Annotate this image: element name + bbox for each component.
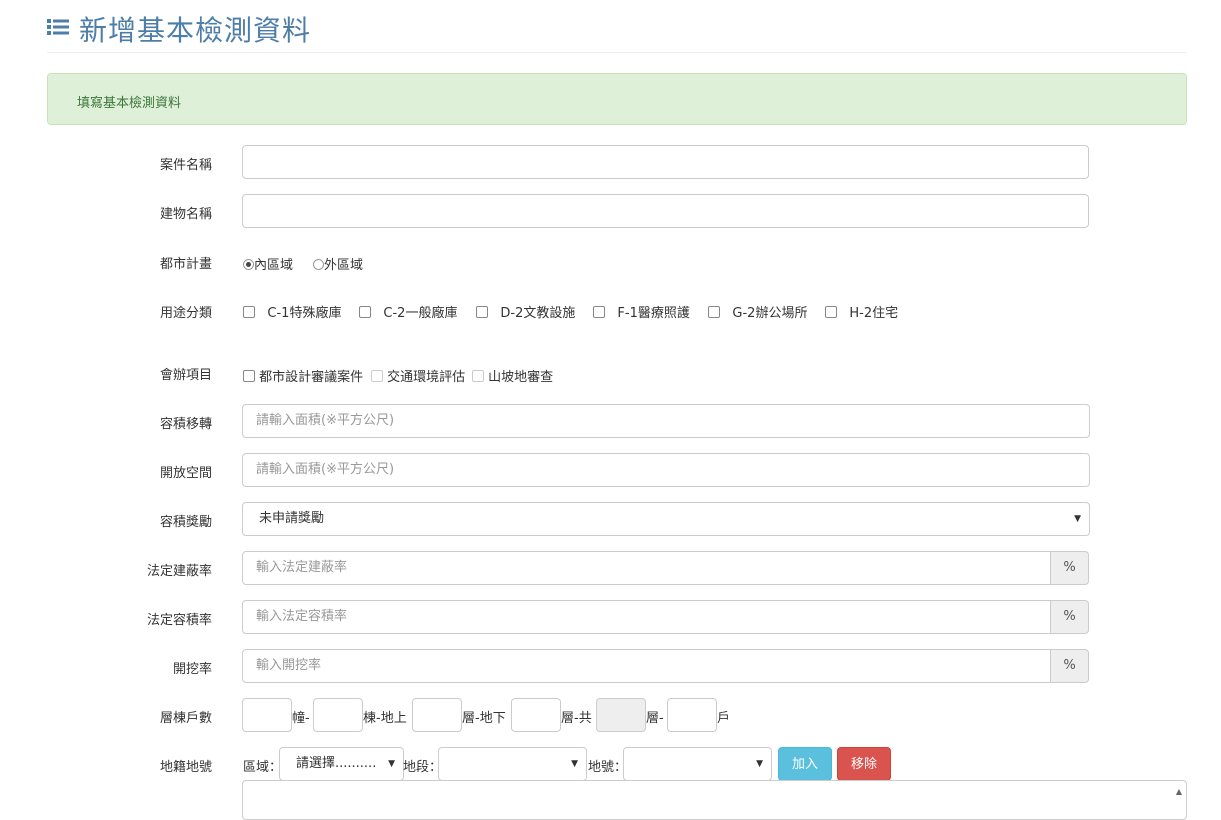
review-urban-design-checkbox[interactable]: 都市設計審議案件	[243, 366, 363, 385]
sep-units: 戶	[717, 711, 731, 726]
open-space-label: 開放空間	[159, 466, 212, 481]
checkbox-icon	[371, 370, 383, 382]
far-transfer-label: 容積移轉	[159, 417, 212, 432]
far-bonus-select[interactable]: 未申請獎勵 ▼	[242, 502, 1090, 536]
add-button[interactable]: 加入	[778, 747, 832, 781]
district-label: 區域：	[243, 760, 283, 775]
use-h2-checkbox[interactable]: H-2住宅	[825, 302, 898, 321]
legal-coverage-label: 法定建蔽率	[146, 564, 212, 579]
number-label: 地號：	[588, 760, 628, 775]
caret-down-icon: ▼	[571, 759, 578, 769]
far-bonus-label: 容積獎勵	[159, 515, 212, 530]
land-list-textarea[interactable]: ▲	[242, 780, 1187, 820]
district-selected: 請選擇..........	[296, 756, 377, 771]
use-g2-checkbox[interactable]: G-2辦公場所	[708, 302, 807, 321]
far-transfer-input[interactable]: 請輸入面積(※平方公尺)	[242, 404, 1090, 438]
scroll-up-icon[interactable]: ▲	[1176, 787, 1182, 796]
use-d2-checkbox[interactable]: D-2文教設施	[476, 302, 575, 321]
district-select[interactable]: 請選擇.......... ▼	[279, 747, 404, 781]
sep-floor: 層-	[646, 711, 664, 726]
far-bonus-selected: 未申請獎勵	[259, 511, 325, 526]
units-input[interactable]	[667, 698, 717, 732]
section-label: 地段：	[403, 760, 443, 775]
percent-addon: %	[1051, 649, 1089, 683]
info-alert: 填寫基本檢測資料	[47, 73, 1187, 125]
building-count-input[interactable]	[242, 698, 292, 732]
use-category-label: 用途分類	[159, 306, 212, 321]
urban-plan-label: 都市計畫	[159, 257, 212, 272]
use-f1-checkbox[interactable]: F-1醫療照護	[593, 302, 690, 321]
use-c2-checkbox[interactable]: C-2一般廠庫	[359, 302, 457, 321]
review-traffic-checkbox[interactable]: 交通環境評估	[371, 366, 465, 385]
use-c1-checkbox[interactable]: C-1特殊廠庫	[243, 302, 341, 321]
excavation-label: 開挖率	[172, 662, 212, 677]
checkbox-icon	[472, 370, 484, 382]
checkbox-icon	[825, 306, 837, 318]
review-slope-checkbox[interactable]: 山坡地審查	[472, 366, 553, 385]
caret-down-icon: ▼	[388, 759, 395, 769]
block-count-input[interactable]	[313, 698, 363, 732]
floors-above-input[interactable]	[412, 698, 462, 732]
sep-total: 層-共	[561, 711, 592, 726]
sep-building: 幢-	[292, 711, 310, 726]
review-items-label: 會辦項目	[159, 368, 212, 383]
list-icon	[47, 19, 69, 35]
open-space-input[interactable]: 請輸入面積(※平方公尺)	[242, 453, 1090, 487]
floors-label: 層棟戶數	[159, 711, 212, 726]
excavation-input[interactable]: 輸入開挖率	[242, 649, 1051, 683]
checkbox-icon	[243, 370, 255, 382]
percent-addon: %	[1051, 600, 1089, 634]
radio-checked-icon	[243, 259, 254, 270]
building-name-label: 建物名稱	[159, 207, 212, 222]
checkbox-icon	[359, 306, 371, 318]
section-select[interactable]: ▼	[438, 747, 587, 781]
legal-far-label: 法定容積率	[146, 613, 212, 628]
case-name-input[interactable]	[242, 145, 1089, 179]
page-header: 新增基本檢測資料	[47, 6, 1187, 53]
checkbox-icon	[708, 306, 720, 318]
urban-plan-inside-radio[interactable]: 內區域	[243, 254, 293, 273]
number-select[interactable]: ▼	[623, 747, 772, 781]
sep-below: 層-地下	[462, 711, 506, 726]
sep-above: 棟-地上	[363, 711, 407, 726]
radio-unchecked-icon	[313, 259, 324, 270]
building-name-input[interactable]	[242, 194, 1089, 228]
caret-down-icon: ▼	[1074, 514, 1081, 524]
legal-coverage-input[interactable]: 輸入法定建蔽率	[242, 551, 1051, 585]
floors-below-input[interactable]	[511, 698, 561, 732]
caret-down-icon: ▼	[756, 759, 763, 769]
case-name-label: 案件名稱	[159, 158, 212, 173]
percent-addon: %	[1051, 551, 1089, 585]
remove-button[interactable]: 移除	[837, 747, 891, 781]
checkbox-icon	[476, 306, 488, 318]
land-label: 地籍地號	[159, 760, 212, 775]
page-title: 新增基本檢測資料	[79, 14, 312, 47]
legal-far-input[interactable]: 輸入法定容積率	[242, 600, 1051, 634]
total-floors-input	[596, 698, 646, 732]
urban-plan-outside-radio[interactable]: 外區域	[313, 254, 363, 273]
checkbox-icon	[243, 306, 255, 318]
checkbox-icon	[593, 306, 605, 318]
